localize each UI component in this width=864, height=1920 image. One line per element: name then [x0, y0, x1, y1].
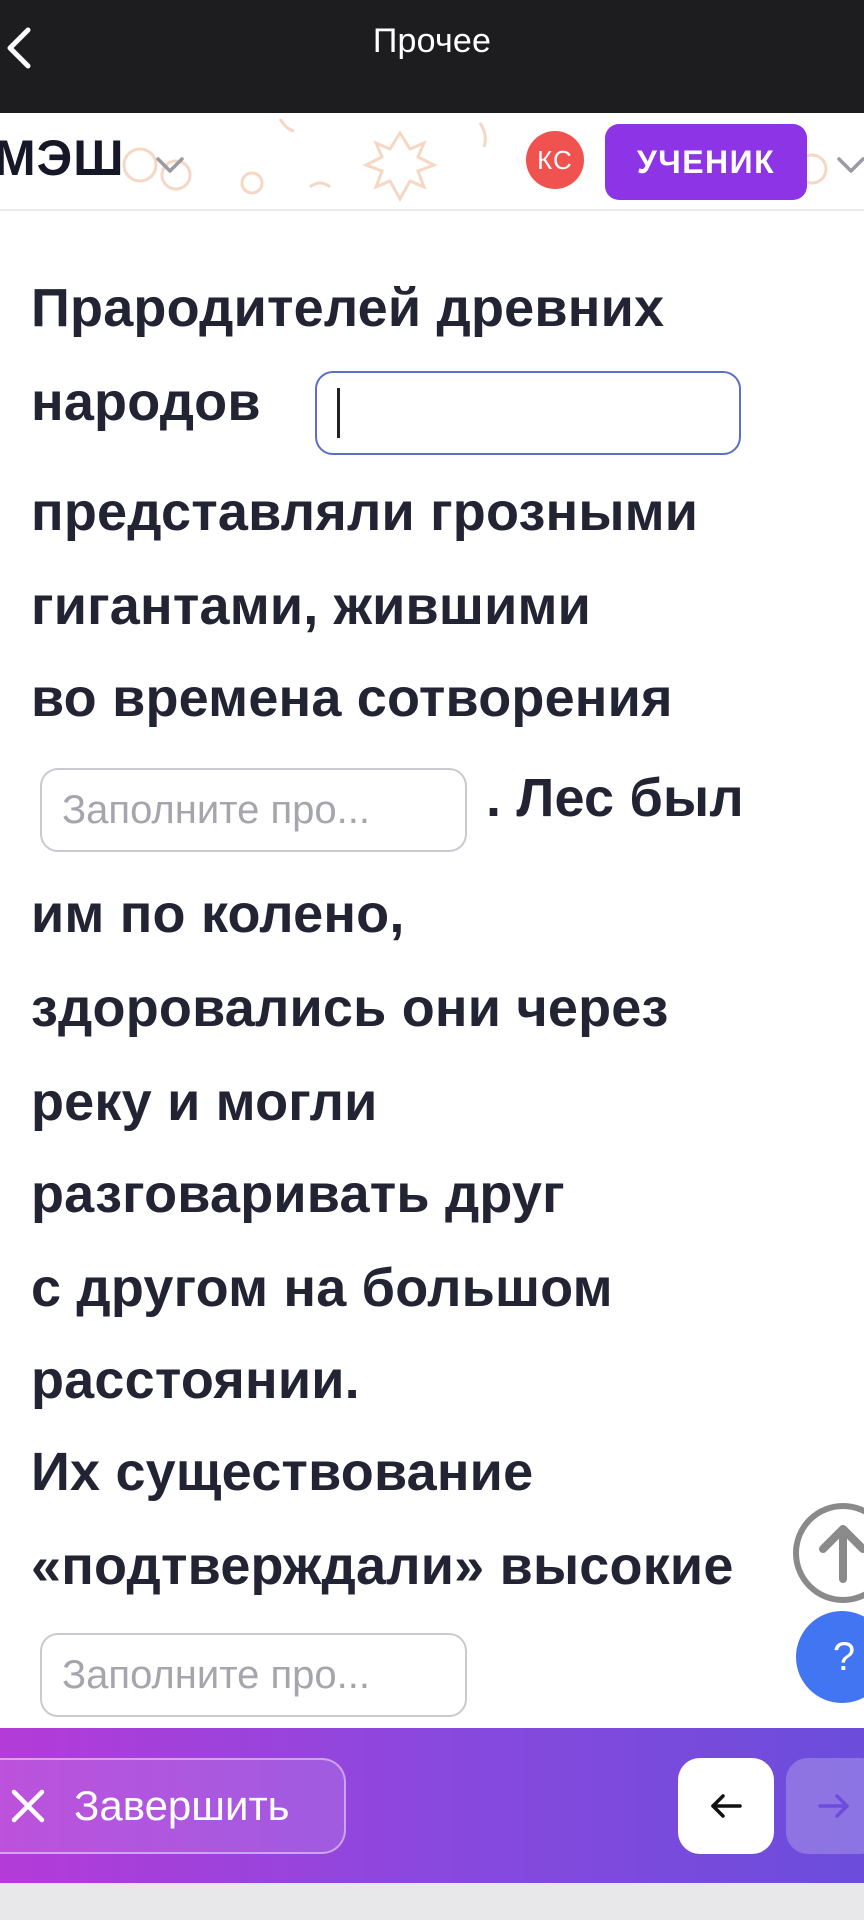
avatar[interactable]: КС	[526, 131, 584, 189]
close-icon	[11, 1789, 45, 1823]
bottom-bar: Завершить	[0, 1728, 864, 1883]
text-line: Прародителей древних	[31, 278, 665, 338]
arrow-up-circle-icon	[819, 1525, 864, 1583]
home-indicator-area	[0, 1883, 864, 1920]
answer-input-1[interactable]	[315, 371, 741, 455]
next-button[interactable]	[786, 1758, 864, 1854]
field-placeholder: Заполните про...	[62, 1652, 370, 1697]
exercise-content: Прародителей древних народов представлял…	[0, 211, 864, 1728]
arrow-right-icon	[818, 1794, 849, 1818]
logo[interactable]: МЭШ	[0, 129, 124, 187]
text-line: «подтверждали» высокие	[31, 1536, 734, 1596]
finish-label: Завершить	[74, 1782, 290, 1829]
scroll-up-button[interactable]	[793, 1503, 864, 1603]
text-line: во времена сотворения	[31, 668, 673, 728]
arrow-left-icon	[711, 1794, 742, 1818]
top-bar: Прочее	[0, 0, 864, 113]
text-line: здоровались они через	[31, 978, 669, 1038]
answer-input-2[interactable]: Заполните про...	[40, 768, 467, 852]
top-bar-title: Прочее	[372, 22, 492, 60]
text-caret	[337, 388, 340, 438]
finish-button[interactable]: Завершить	[0, 1758, 346, 1854]
answer-input-3[interactable]: Заполните про...	[40, 1633, 467, 1717]
text-line: Их существование	[31, 1442, 534, 1502]
text-line: народов	[31, 372, 261, 432]
text-line: им по колено,	[31, 884, 405, 944]
text-line: реку и могли	[31, 1072, 378, 1132]
text-line: представляли грозными	[31, 482, 699, 542]
text-line: . Лес был	[486, 768, 744, 828]
chevron-down-icon[interactable]	[152, 153, 188, 177]
app-header: МЭШ КС УЧЕНИК	[0, 113, 864, 211]
help-label: ?	[832, 1634, 856, 1679]
field-placeholder: Заполните про...	[62, 787, 370, 832]
chevron-down-icon[interactable]	[833, 153, 864, 177]
text-line: гигантами, жившими	[31, 576, 592, 636]
text-line: разговаривать друг	[31, 1164, 565, 1224]
previous-button[interactable]	[678, 1758, 774, 1854]
text-line: расстоянии.	[31, 1350, 360, 1410]
role-button[interactable]: УЧЕНИК	[605, 124, 807, 200]
text-line: с другом на большом	[31, 1258, 613, 1318]
